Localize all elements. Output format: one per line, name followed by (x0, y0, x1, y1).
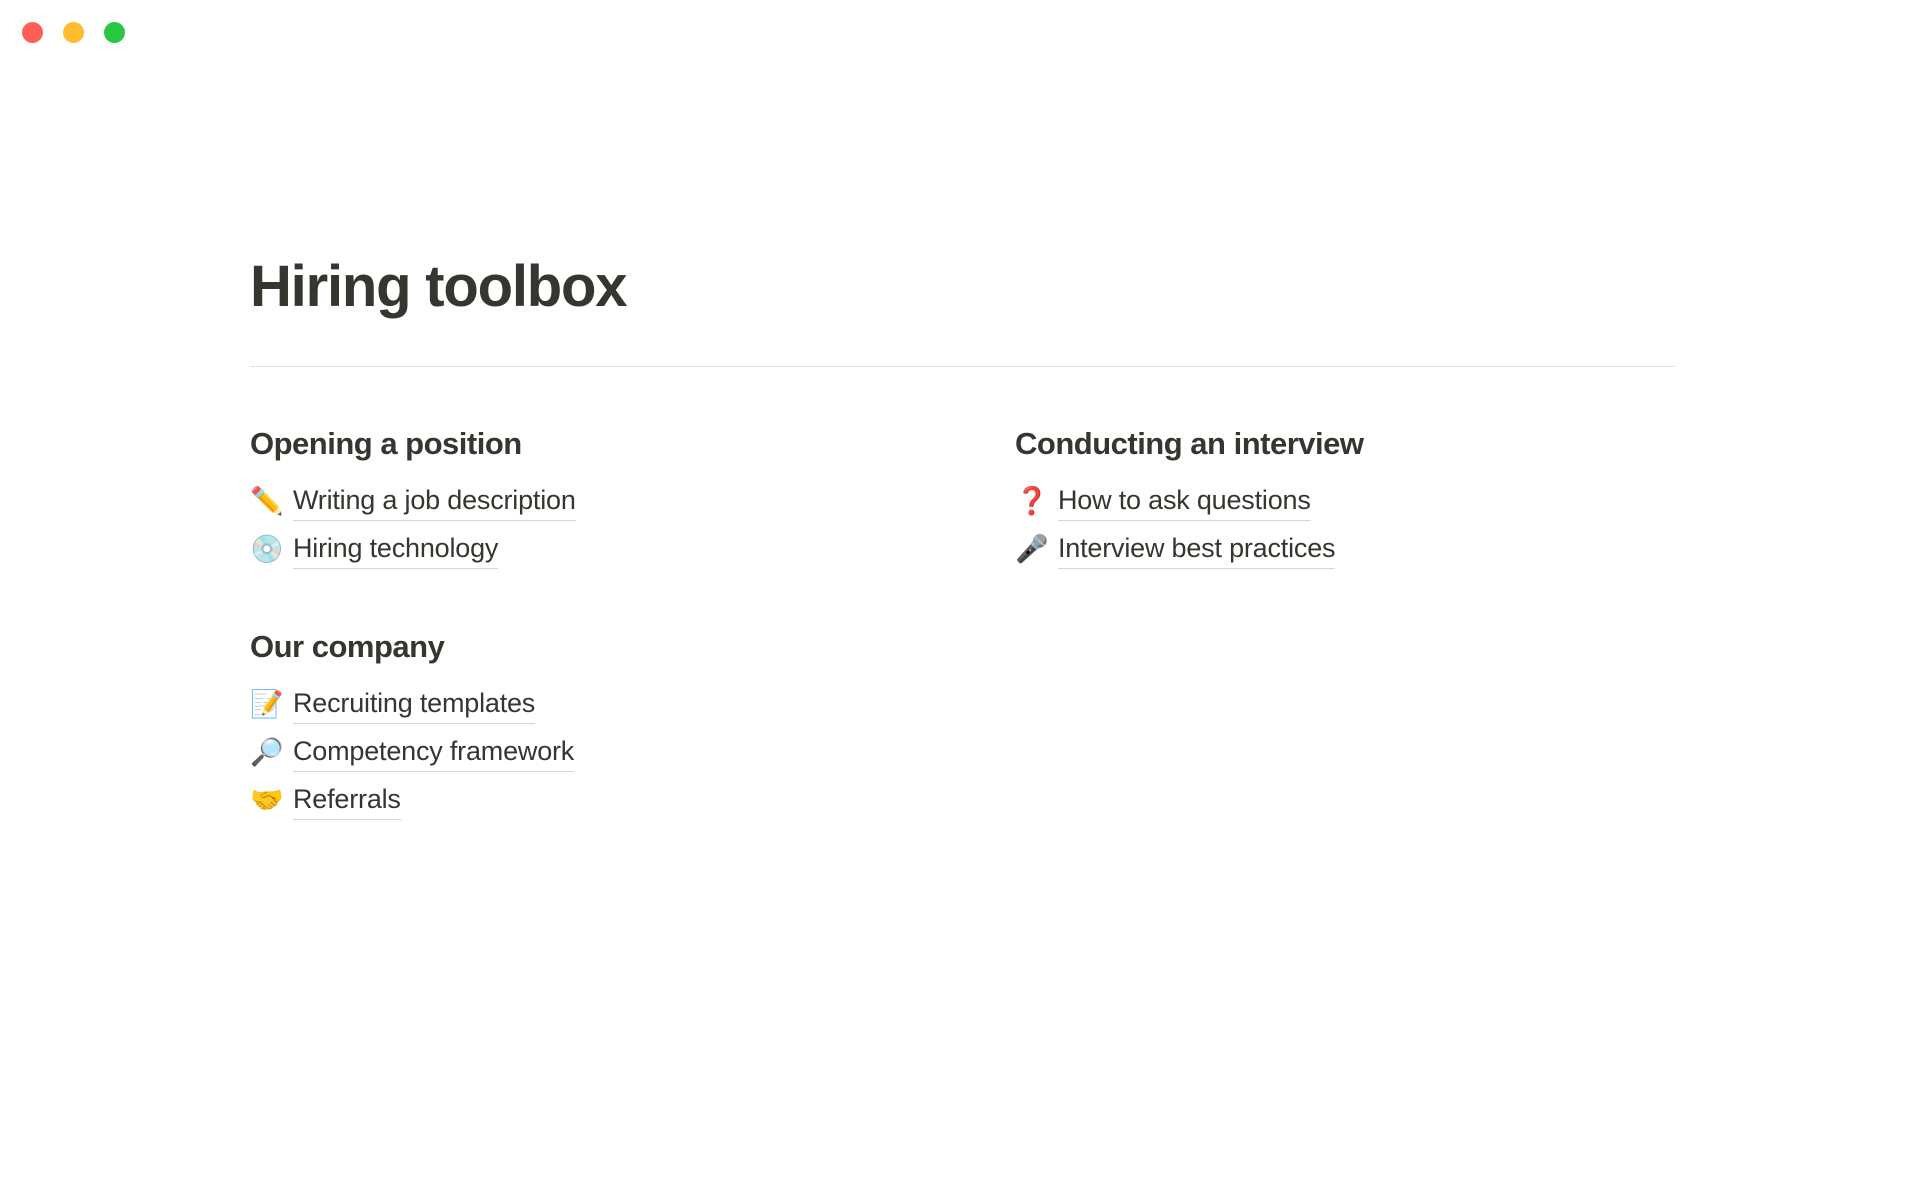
page-link-label[interactable]: Writing a job description (293, 482, 576, 522)
list-item[interactable]: 💿 Hiring technology (250, 526, 975, 574)
window-close-button[interactable] (22, 22, 43, 43)
page-link-label[interactable]: Interview best practices (1058, 530, 1336, 570)
list-item[interactable]: 🔎 Competency framework (250, 728, 975, 776)
window-traffic-lights (22, 22, 125, 43)
list-item[interactable]: ❓ How to ask questions (1015, 478, 1675, 526)
window-maximize-button[interactable] (104, 22, 125, 43)
list-item[interactable]: 🎤 Interview best practices (1015, 526, 1675, 574)
page-content: Hiring toolbox Opening a position ✏️ Wri… (250, 0, 1675, 824)
page-link-label[interactable]: Recruiting templates (293, 685, 535, 725)
memo-icon: 📝 (250, 688, 284, 720)
list-item[interactable]: 📝 Recruiting templates (250, 680, 975, 728)
page-link-label[interactable]: Referrals (293, 781, 401, 821)
app-window: Hiring toolbox Opening a position ✏️ Wri… (0, 0, 1920, 1200)
section-heading: Conducting an interview (1015, 425, 1364, 461)
handshake-icon: 🤝 (250, 784, 284, 816)
title-divider (250, 365, 1675, 367)
section-our-company: Our company 📝 Recruiting templates 🔎 Com… (250, 628, 975, 825)
list-item[interactable]: ✏️ Writing a job description (250, 478, 975, 526)
right-column: Conducting an interview ❓ How to ask que… (1015, 425, 1675, 574)
page-link-label[interactable]: Competency framework (293, 733, 574, 773)
section-opening-a-position: Opening a position ✏️ Writing a job desc… (250, 425, 975, 574)
page-link-label[interactable]: How to ask questions (1058, 482, 1311, 522)
page-title[interactable]: Hiring toolbox (250, 0, 1675, 320)
window-minimize-button[interactable] (63, 22, 84, 43)
section-conducting-an-interview: Conducting an interview ❓ How to ask que… (1015, 425, 1675, 574)
optical-disk-icon: 💿 (250, 534, 284, 566)
magnifying-glass-icon: 🔎 (250, 736, 284, 768)
content-columns: Opening a position ✏️ Writing a job desc… (250, 425, 1675, 825)
list-item[interactable]: 🤝 Referrals (250, 776, 975, 824)
red-question-mark-icon: ❓ (1015, 486, 1049, 518)
section-heading: Opening a position (250, 425, 522, 461)
microphone-icon: 🎤 (1015, 534, 1049, 566)
page-link-label[interactable]: Hiring technology (293, 530, 498, 570)
section-heading: Our company (250, 628, 445, 664)
left-column: Opening a position ✏️ Writing a job desc… (250, 425, 1015, 825)
pencil-icon: ✏️ (250, 486, 284, 518)
